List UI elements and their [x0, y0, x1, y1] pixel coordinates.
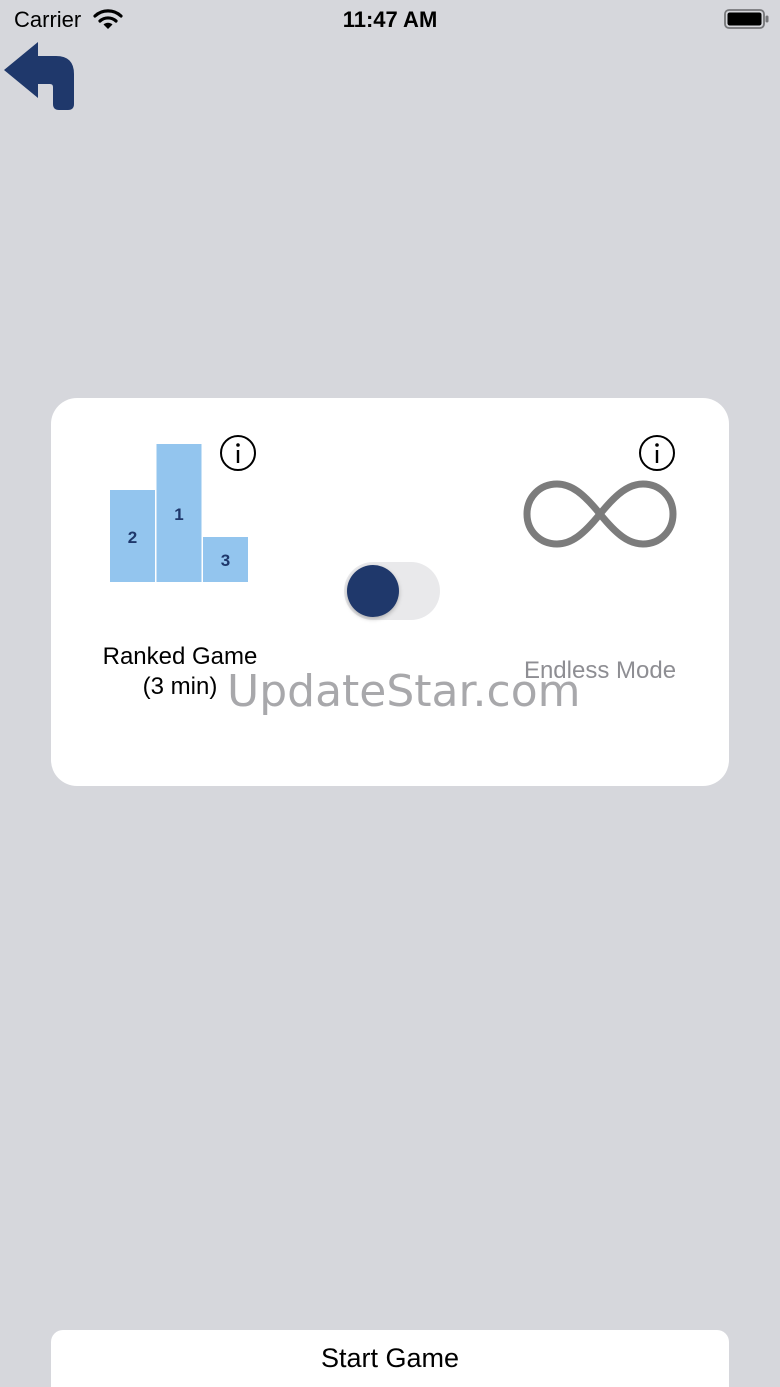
- back-arrow-icon: [4, 42, 74, 110]
- back-button[interactable]: [0, 38, 80, 116]
- endless-info-icon[interactable]: [638, 434, 676, 472]
- clock: 11:47 AM: [342, 7, 438, 32]
- status-bar: Carrier 11:47 AM: [0, 0, 780, 40]
- battery-icon: [724, 9, 769, 29]
- start-game-button[interactable]: Start Game: [51, 1330, 729, 1387]
- podium-third-label: 3: [221, 551, 230, 570]
- game-mode-card: 2 1 3 Ranked Game (3 min) Endless Mode U…: [51, 398, 729, 786]
- ranked-info-icon[interactable]: [219, 434, 257, 472]
- infinity-icon: [523, 480, 677, 548]
- podium-first-label: 1: [174, 505, 183, 524]
- mode-toggle[interactable]: [344, 562, 440, 620]
- watermark-text: UpdateStar.com: [227, 666, 581, 717]
- podium-second-label: 2: [128, 528, 137, 547]
- toggle-knob: [347, 565, 399, 617]
